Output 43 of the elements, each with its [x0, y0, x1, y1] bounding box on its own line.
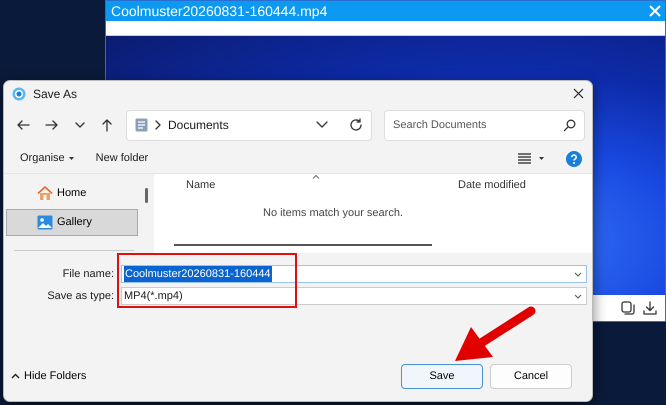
- window-title: Coolmuster20260831-160444.mp4: [111, 2, 328, 21]
- close-icon[interactable]: [573, 88, 584, 99]
- picture-icon: [37, 215, 53, 230]
- dialog-title: Save As: [33, 86, 78, 102]
- cancel-button[interactable]: Cancel: [490, 364, 572, 388]
- list-view-icon[interactable]: [518, 153, 531, 164]
- empty-message: No items match your search.: [262, 206, 404, 221]
- new-folder-button[interactable]: New folder: [96, 150, 148, 167]
- field-label: Save as type:: [46, 288, 114, 304]
- document-icon: [135, 118, 148, 132]
- download-icon[interactable]: [643, 301, 657, 315]
- search-icon[interactable]: [563, 118, 576, 132]
- sidebar-item[interactable]: Home: [6, 180, 138, 207]
- chevron-down-icon: [574, 294, 582, 298]
- back-icon[interactable]: [16, 118, 31, 132]
- file-name-field[interactable]: Coolmuster20260831-160444: [121, 265, 587, 283]
- up-arrow-icon[interactable]: [100, 118, 114, 132]
- help-icon[interactable]: [566, 150, 582, 166]
- sidebar-item[interactable]: Gallery: [6, 209, 138, 236]
- chevron-down-icon: [574, 272, 582, 276]
- forward-icon[interactable]: [45, 118, 60, 132]
- caret-icon[interactable]: [539, 157, 544, 160]
- home-icon: [37, 186, 53, 201]
- address-bar[interactable]: Documents: [126, 110, 372, 140]
- hide-folders-button[interactable]: Hide Folders: [11, 368, 86, 384]
- copy-icon[interactable]: [621, 301, 635, 315]
- sort-indicator-icon: [312, 174, 320, 179]
- save-button[interactable]: Save: [401, 364, 483, 388]
- refresh-icon[interactable]: [349, 118, 363, 132]
- scrollbar-thumb[interactable]: [145, 188, 148, 203]
- caret-icon: [68, 157, 74, 160]
- chevron-right-icon: [155, 120, 161, 130]
- field-label: File name:: [62, 266, 114, 282]
- app-icon: [12, 86, 26, 100]
- chevron-up-icon: [11, 373, 20, 379]
- scrollbar-thumb[interactable]: [174, 244, 432, 246]
- search-field[interactable]: Search Documents: [384, 110, 585, 140]
- column-header[interactable]: Date modified: [458, 176, 526, 194]
- organise-menu-button[interactable]: Organise: [20, 150, 74, 167]
- column-header[interactable]: Name: [186, 176, 458, 194]
- chevron-down-icon[interactable]: [316, 121, 328, 129]
- address-path[interactable]: Documents: [168, 116, 229, 134]
- file-type-dropdown[interactable]: MP4(*.mp4): [121, 287, 587, 305]
